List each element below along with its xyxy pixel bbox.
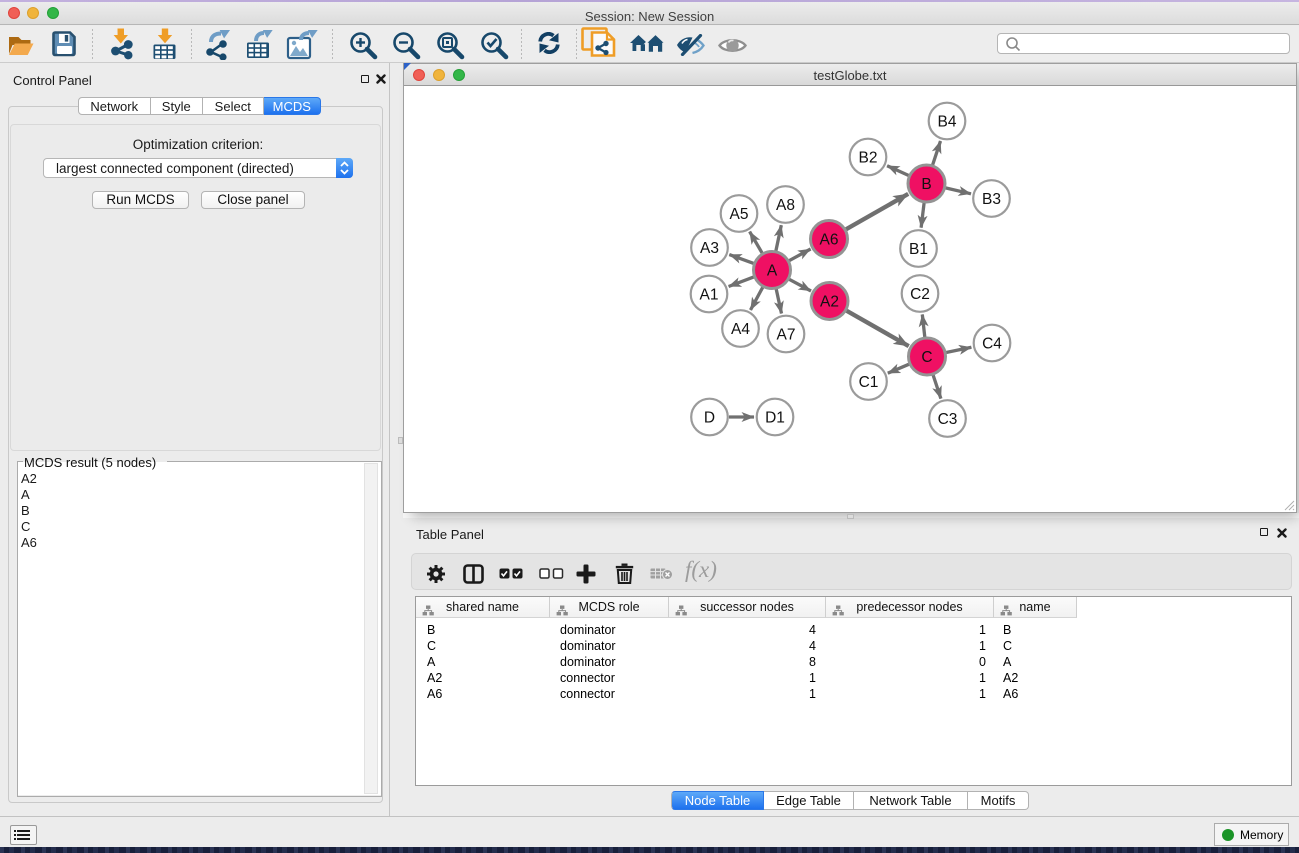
- svg-text:C: C: [921, 349, 932, 366]
- svg-text:A1: A1: [700, 287, 719, 304]
- svg-text:C1: C1: [859, 374, 879, 391]
- svg-text:A4: A4: [731, 321, 750, 338]
- svg-text:A3: A3: [700, 240, 719, 257]
- svg-text:A7: A7: [777, 327, 796, 344]
- svg-text:B3: B3: [982, 191, 1001, 208]
- svg-text:D: D: [704, 410, 715, 427]
- svg-text:C4: C4: [982, 336, 1002, 353]
- svg-text:A8: A8: [776, 197, 795, 214]
- svg-text:B: B: [921, 176, 931, 193]
- svg-text:B2: B2: [859, 150, 878, 167]
- svg-text:B1: B1: [909, 241, 928, 258]
- svg-text:A6: A6: [820, 232, 839, 249]
- svg-text:A: A: [767, 263, 778, 280]
- svg-text:A2: A2: [820, 294, 839, 311]
- svg-text:A5: A5: [730, 206, 749, 223]
- svg-text:C3: C3: [938, 411, 958, 428]
- svg-text:B4: B4: [938, 114, 957, 131]
- svg-text:D1: D1: [765, 410, 785, 427]
- svg-text:C2: C2: [910, 286, 930, 303]
